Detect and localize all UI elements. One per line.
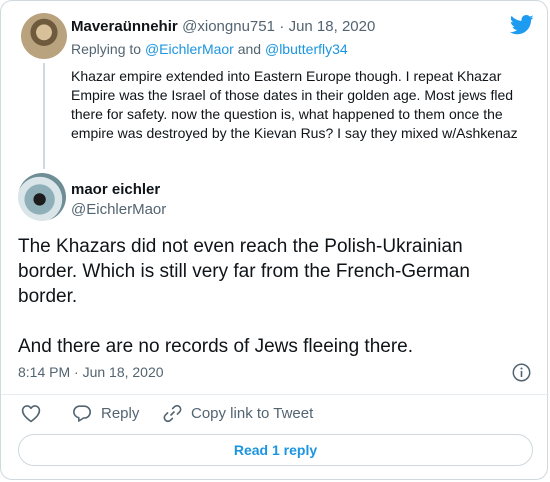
replying-user-2-link[interactable]: @lbutterfly34 bbox=[265, 41, 348, 57]
link-icon bbox=[163, 404, 182, 423]
parent-tweet-text: Khazar empire extended into Eastern Euro… bbox=[71, 68, 518, 141]
divider bbox=[1, 394, 549, 395]
like-button[interactable] bbox=[21, 404, 41, 423]
replying-prefix: Replying to bbox=[71, 41, 145, 57]
reply-label: Reply bbox=[101, 405, 140, 422]
main-display-name[interactable]: maor eichler bbox=[71, 181, 160, 198]
read-replies-button[interactable]: Read 1 reply bbox=[18, 434, 533, 466]
twitter-bird-icon[interactable] bbox=[510, 15, 534, 35]
thread-connector-line bbox=[43, 63, 45, 169]
parent-handle[interactable]: @xiongnu751 bbox=[182, 18, 275, 35]
replying-user-1-link[interactable]: @EichlerMaor bbox=[145, 41, 234, 57]
heart-icon bbox=[21, 404, 41, 423]
main-author-avatar[interactable] bbox=[18, 173, 66, 221]
replying-to-line: Replying to @EichlerMaor and @lbutterfly… bbox=[71, 41, 348, 57]
parent-tweet-header: Maveraünnehir @xiongnu751 · Jun 18, 2020 bbox=[71, 18, 375, 36]
tweet-embed-card: Maveraünnehir @xiongnu751 · Jun 18, 2020… bbox=[0, 0, 549, 480]
tweet-timestamp[interactable]: 8:14 PM · Jun 18, 2020 bbox=[18, 364, 164, 380]
read-replies-label: Read 1 reply bbox=[233, 442, 318, 458]
parent-date[interactable]: · Jun 18, 2020 bbox=[279, 18, 375, 35]
speech-bubble-icon bbox=[72, 404, 92, 423]
parent-author-avatar[interactable] bbox=[21, 13, 67, 59]
copy-link-label: Copy link to Tweet bbox=[191, 405, 314, 422]
copy-link-button[interactable]: Copy link to Tweet bbox=[163, 404, 313, 423]
parent-display-name[interactable]: Maveraünnehir bbox=[71, 18, 178, 35]
main-handle[interactable]: @EichlerMaor bbox=[71, 201, 166, 218]
main-tweet-text: The Khazars did not even reach the Polis… bbox=[18, 236, 470, 357]
reply-button[interactable]: Reply bbox=[72, 404, 139, 423]
info-icon[interactable] bbox=[512, 363, 531, 382]
replying-and: and bbox=[233, 41, 265, 57]
